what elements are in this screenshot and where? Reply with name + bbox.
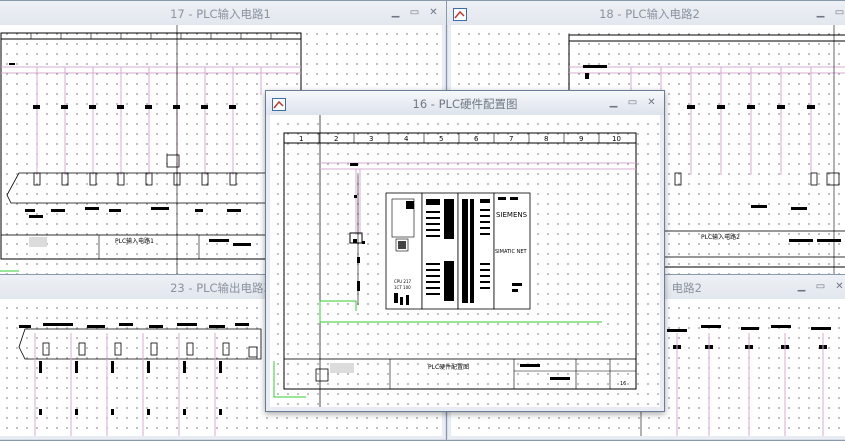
window-title: 17 - PLC输入电路1 [170,7,271,21]
drawing-canvas[interactable]: 1 2 3 4 5 6 7 8 9 10 CPU 217 1CT 100 SIE… [270,115,660,407]
siemens-brand: SIEMENS [496,211,528,219]
window-title: 18 - PLC输入电路2 [599,7,700,21]
close-button[interactable]: ✕ [643,95,660,110]
title-bar[interactable]: 18 - PLC输入电路2 ▁ ▭ [447,1,845,25]
title-block-name: PLC输入电路1 [115,237,154,245]
ruler-5: 5 [439,135,443,143]
hardware-sheet: 1 2 3 4 5 6 7 8 9 10 CPU 217 1CT 100 SIE… [273,115,637,407]
title-block-name: PLC硬件配置图 [428,363,469,371]
title-block-name: PLC输入电路2 [701,233,740,241]
ruler-3: 3 [369,135,373,143]
ruler-7: 7 [509,135,513,143]
ruler-10: 10 [612,135,621,143]
ruler-4: 4 [404,135,409,143]
maximize-button[interactable]: ▭ [812,279,829,294]
title-bar[interactable]: 17 - PLC输入电路1 ▁ ▭ ✕ [0,1,446,25]
maximize-button[interactable]: ▭ [624,95,641,110]
maximize-button[interactable]: ▭ [831,5,845,20]
window-title: 电路2 [671,281,702,295]
close-button[interactable]: ✕ [831,279,845,294]
close-button[interactable]: ✕ [425,5,442,20]
ruler-2: 2 [334,135,338,143]
cpu-label-2: 1CT 100 [394,285,411,290]
cpu-label-1: CPU 217 [394,279,411,284]
ruler-1: 1 [299,135,303,143]
window-plc-hardware-config[interactable]: 16 - PLC硬件配置图 ▁ ▭ ✕ 1 2 3 4 5 6 7 8 9 10… [265,90,665,412]
simatic-label: SIMATIC NET [495,249,528,255]
minimize-button[interactable]: ▁ [812,5,829,20]
ruler-9: 9 [579,135,583,143]
minimize-button[interactable]: ▁ [387,5,404,20]
ruler-8: 8 [544,135,548,143]
sheet-number: 16 [620,381,626,387]
maximize-button[interactable]: ▭ [406,5,423,20]
minimize-button[interactable]: ▁ [793,279,810,294]
title-bar[interactable]: 16 - PLC硬件配置图 ▁ ▭ ✕ [266,91,664,115]
minimize-button[interactable]: ▁ [605,95,622,110]
ruler-6: 6 [474,135,479,143]
